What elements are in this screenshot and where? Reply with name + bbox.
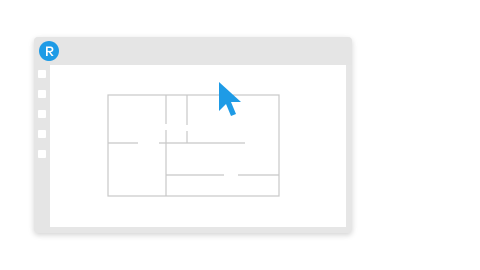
illustration-stage: [0, 0, 480, 270]
floor-plan-drawing: [107, 94, 280, 197]
left-toolbar: [34, 65, 50, 233]
title-bar: [34, 37, 352, 65]
bluebeam-logo-icon[interactable]: [39, 41, 59, 61]
tool-button-5[interactable]: [38, 150, 46, 158]
arrow-cursor-icon: [219, 82, 241, 116]
app-window: [34, 37, 352, 233]
tool-button-1[interactable]: [38, 70, 46, 78]
tool-button-4[interactable]: [38, 130, 46, 138]
tool-button-2[interactable]: [38, 90, 46, 98]
floor-plan-outer-wall: [107, 94, 280, 197]
tool-button-3[interactable]: [38, 110, 46, 118]
document-canvas[interactable]: [50, 65, 346, 227]
